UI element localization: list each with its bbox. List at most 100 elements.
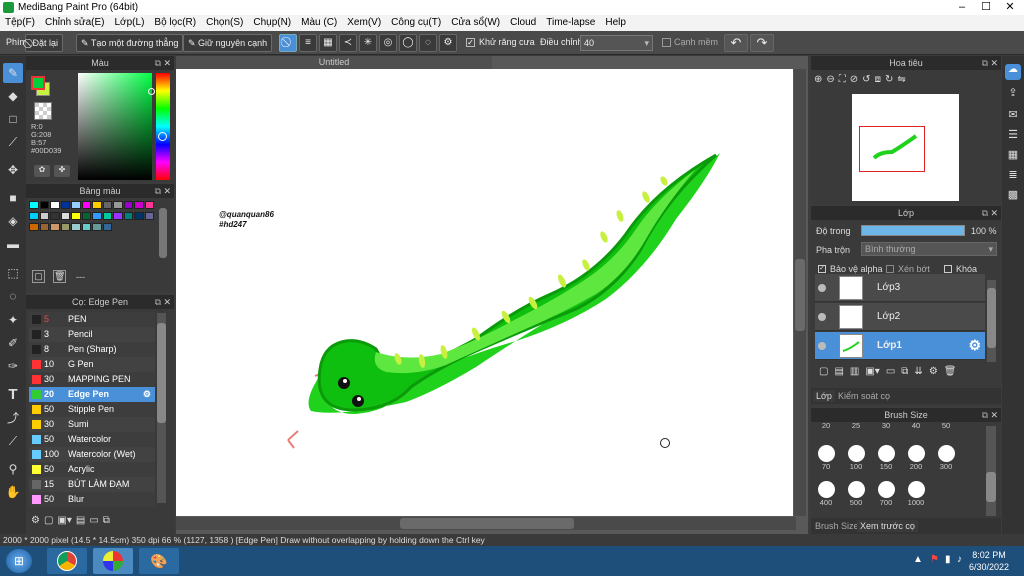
- close-icon[interactable]: ✕: [990, 56, 998, 70]
- divide-tool-icon[interactable]: ⟋: [3, 431, 23, 451]
- menu-cloud[interactable]: Cloud: [505, 15, 541, 28]
- palette-swatch[interactable]: [102, 212, 112, 220]
- float-icon[interactable]: ⧉: [982, 56, 988, 70]
- minimize-button[interactable]: –: [950, 0, 974, 15]
- palette-swatch[interactable]: [29, 201, 39, 209]
- canvas-tab[interactable]: Untitled: [176, 56, 492, 69]
- radial-ruler-icon[interactable]: ✳: [359, 34, 377, 52]
- brush-size-option[interactable]: 500: [842, 481, 870, 507]
- menu-help[interactable]: Help: [600, 15, 631, 28]
- new-halftone-layer-icon[interactable]: ▤: [834, 366, 843, 382]
- maximize-button[interactable]: ☐: [974, 0, 998, 15]
- brush-size-option[interactable]: 20: [812, 421, 840, 430]
- brush-item[interactable]: 100 Watercolor (Wet): [29, 447, 155, 462]
- straight-line-button[interactable]: ✎ Tạo một đường thẳng: [76, 34, 184, 52]
- brush-scrollbar[interactable]: [157, 323, 166, 423]
- bucket-tool-icon[interactable]: ◈: [3, 211, 23, 231]
- delete-layer-icon[interactable]: 🗑: [944, 366, 957, 382]
- clipping-checkbox[interactable]: [886, 265, 894, 273]
- palette-swatch[interactable]: [92, 212, 102, 220]
- rectangle-tool-icon[interactable]: □: [3, 109, 23, 129]
- zoom-out-icon[interactable]: ⊖: [826, 74, 834, 92]
- trash-icon[interactable]: 🗑: [53, 270, 66, 283]
- close-icon[interactable]: ✕: [163, 295, 171, 309]
- menu-edit[interactable]: Chỉnh sửa(E): [40, 15, 110, 28]
- eye-icon[interactable]: [818, 284, 826, 292]
- zoom-icon[interactable]: ⊘: [850, 74, 858, 92]
- brush-size-option[interactable]: 40: [902, 421, 930, 430]
- layers-icon[interactable]: ≣: [1005, 168, 1021, 184]
- palette-swatch[interactable]: [81, 223, 91, 231]
- palette-swatch[interactable]: [50, 201, 60, 209]
- parallel-ruler-icon[interactable]: ≡: [299, 34, 317, 52]
- brush-size-option[interactable]: 700: [872, 481, 900, 507]
- palette-swatch[interactable]: [102, 201, 112, 209]
- perspective-ruler-icon[interactable]: ≺: [339, 34, 357, 52]
- new-brush-icon[interactable]: ▢: [44, 515, 53, 526]
- zoom-in-icon[interactable]: ⊕: [814, 74, 822, 92]
- foreground-color-swatch[interactable]: [31, 76, 45, 90]
- new-layer-icon[interactable]: ▢: [819, 366, 828, 382]
- materials-icon[interactable]: ▩: [1005, 188, 1021, 204]
- menu-select[interactable]: Chọn(S): [201, 15, 248, 28]
- reset-button[interactable]: ⃠ Đặt lại: [25, 34, 64, 52]
- antialias-checkbox[interactable]: ✓: [466, 38, 475, 47]
- layer-scrollbar[interactable]: [987, 280, 996, 362]
- cloud-icon[interactable]: ☁: [1005, 64, 1021, 80]
- tray-clock[interactable]: 8:02 PM 6/30/2022: [962, 549, 1016, 573]
- gradient-tool-icon[interactable]: ▬: [3, 234, 23, 254]
- transparent-swatch[interactable]: [34, 102, 52, 120]
- flip-icon[interactable]: ⇋: [897, 74, 905, 92]
- color-mixer-icon[interactable]: ✤: [54, 165, 70, 177]
- lasso-tool-icon[interactable]: ◌: [3, 286, 23, 306]
- brush-item[interactable]: 10 G Pen: [29, 357, 155, 372]
- tab-brush-control[interactable]: Kiểm soát cọ: [835, 390, 893, 402]
- redo-icon[interactable]: ↷: [750, 34, 774, 52]
- merge-layer-icon[interactable]: ⇊: [914, 366, 922, 382]
- palette-scrollbar[interactable]: [159, 208, 167, 258]
- close-icon[interactable]: ✕: [163, 184, 171, 198]
- layer-row-selected[interactable]: Lớp1 ⚙: [815, 332, 985, 360]
- float-icon[interactable]: ⧉: [155, 184, 161, 198]
- no-ruler-icon[interactable]: ⃠: [279, 34, 297, 52]
- palette-swatch[interactable]: [29, 212, 39, 220]
- tray-arrow-icon[interactable]: ▲: [913, 554, 923, 565]
- list-icon[interactable]: ☰: [1005, 128, 1021, 144]
- layer-settings-icon[interactable]: ⚙: [929, 366, 938, 382]
- brush-item[interactable]: 20 Edge Pen ⚙: [29, 387, 155, 402]
- actual-size-icon[interactable]: ⧈: [875, 74, 881, 92]
- palette-swatch[interactable]: [39, 212, 49, 220]
- undo-icon[interactable]: ↶: [724, 34, 748, 52]
- folder-icon[interactable]: ▭: [89, 515, 98, 526]
- brush-size-option[interactable]: 70: [812, 445, 840, 471]
- palette-swatch[interactable]: [50, 223, 60, 231]
- opacity-slider[interactable]: [861, 225, 965, 236]
- tab-layer[interactable]: Lớp: [813, 390, 835, 402]
- chat-icon[interactable]: ✉: [1005, 108, 1021, 124]
- rotate-left-icon[interactable]: ↺: [862, 74, 870, 92]
- palette-swatch[interactable]: [144, 212, 154, 220]
- menu-view[interactable]: Xem(V): [342, 15, 386, 28]
- brush-item[interactable]: 30 MAPPING PEN: [29, 372, 155, 387]
- palette-icon[interactable]: ▦: [1005, 148, 1021, 164]
- brush-size-option[interactable]: 100: [842, 445, 870, 471]
- palette-swatch[interactable]: [92, 201, 102, 209]
- palette-swatch[interactable]: [144, 201, 154, 209]
- fill-rect-tool-icon[interactable]: ■: [3, 188, 23, 208]
- palette-swatch[interactable]: [39, 201, 49, 209]
- add-layer-menu-icon[interactable]: ▣▾: [865, 366, 879, 382]
- menu-tools[interactable]: Công cụ(T): [386, 15, 446, 28]
- palette-swatch[interactable]: [71, 223, 81, 231]
- menu-timelapse[interactable]: Time-lapse: [541, 15, 600, 28]
- layer-row[interactable]: Lớp2: [815, 303, 985, 331]
- brush-item[interactable]: 5 PEN: [29, 312, 155, 327]
- brush-item[interactable]: 15BÚT LÀM ĐẠM NHẠT: [29, 477, 155, 504]
- float-icon[interactable]: ⧉: [982, 206, 988, 220]
- share-icon[interactable]: ⇪: [1005, 86, 1021, 102]
- palette-swatch[interactable]: [60, 223, 70, 231]
- color-wheel-icon[interactable]: ✿: [34, 165, 50, 177]
- saturation-value-picker[interactable]: [78, 73, 152, 180]
- tray-flag-icon[interactable]: ⚑: [930, 554, 939, 565]
- brush-item[interactable]: 50 Blur: [29, 492, 155, 507]
- palette-swatch[interactable]: [60, 212, 70, 220]
